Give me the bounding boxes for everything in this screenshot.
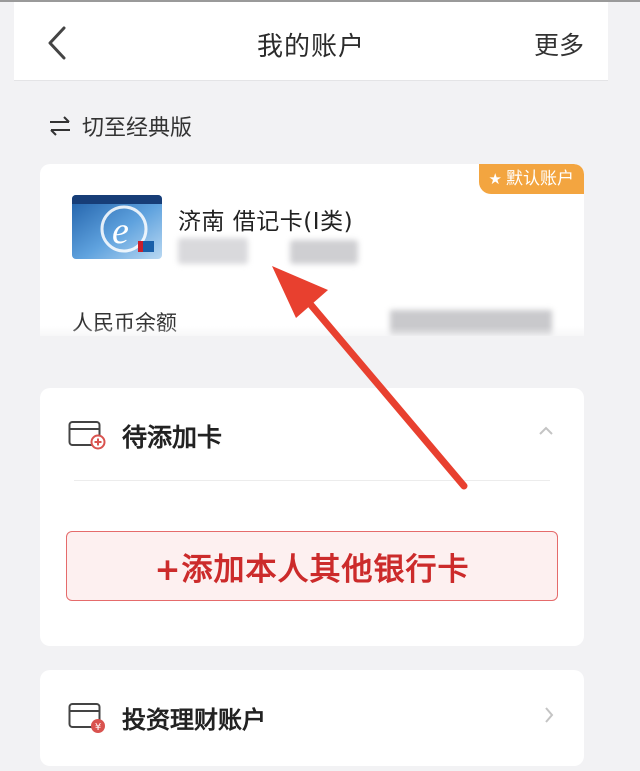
nav-header: 我的账户 更多 bbox=[14, 2, 608, 81]
more-button[interactable]: 更多 bbox=[534, 26, 584, 62]
card-name: 济南 借记卡(I类) bbox=[178, 209, 354, 235]
add-card-icon bbox=[68, 421, 106, 450]
badge-label: 默认账户 bbox=[506, 169, 574, 189]
default-account-card[interactable]: ★ 默认账户 e 济南 借记卡(I类) 人民币余额 bbox=[40, 164, 584, 336]
svg-text:e: e bbox=[112, 210, 129, 252]
masked-card-number-tail bbox=[290, 240, 358, 264]
page-title: 我的账户 bbox=[256, 32, 365, 62]
pending-cards-title: 待添加卡 bbox=[122, 423, 223, 452]
masked-card-number bbox=[178, 238, 248, 264]
add-button-label: +添加本人其他银行卡 bbox=[154, 551, 470, 588]
card-fade-overlay bbox=[0, 326, 640, 342]
bank-card-logo: e bbox=[72, 195, 162, 259]
svg-text:¥: ¥ bbox=[95, 722, 101, 733]
chevron-right-icon bbox=[545, 707, 554, 723]
add-other-bank-card-button[interactable]: +添加本人其他银行卡 bbox=[66, 531, 558, 601]
star-icon: ★ bbox=[488, 170, 502, 188]
investment-account-row[interactable]: ¥ 投资理财账户 bbox=[40, 670, 584, 766]
chevron-up-icon bbox=[539, 426, 553, 435]
divider bbox=[74, 480, 550, 481]
investment-icon: ¥ bbox=[68, 703, 105, 733]
pending-cards-panel: 待添加卡 +添加本人其他银行卡 bbox=[40, 388, 584, 646]
investment-title: 投资理财账户 bbox=[122, 706, 266, 734]
default-account-badge: ★ 默认账户 bbox=[478, 164, 584, 194]
switch-label: 切至经典版 bbox=[82, 116, 193, 141]
pending-cards-header[interactable]: 待添加卡 bbox=[40, 388, 584, 480]
swap-arrows-icon bbox=[50, 116, 70, 136]
switch-classic-version[interactable]: 切至经典版 bbox=[48, 110, 192, 142]
